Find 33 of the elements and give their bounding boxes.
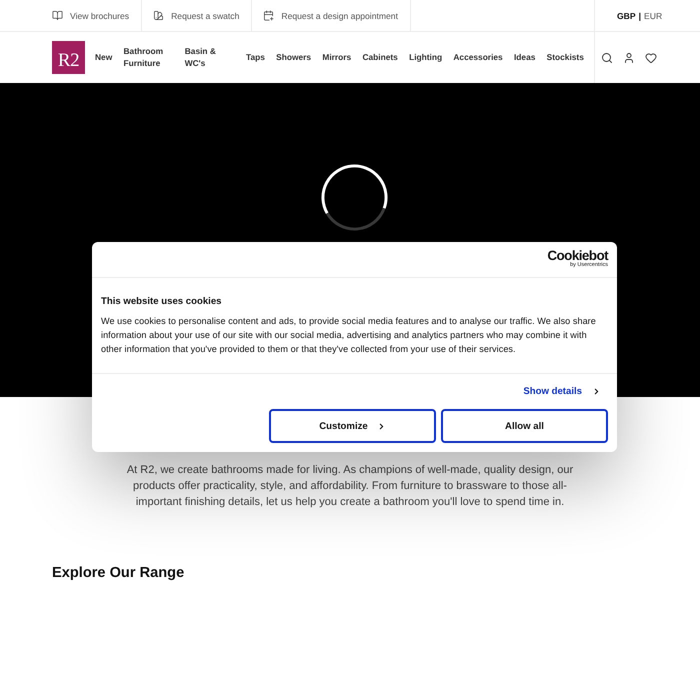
currency-option[interactable]: GBP xyxy=(617,10,636,20)
currency-option[interactable]: EUR xyxy=(644,10,662,20)
nav-link[interactable]: Showers xyxy=(276,52,312,64)
currency-separator: | xyxy=(638,10,642,20)
nav-link[interactable]: Accessories xyxy=(453,52,503,64)
calendar-plus-icon xyxy=(263,10,274,21)
nav-link[interactable]: Basin & WC's xyxy=(184,46,235,69)
brand-logo[interactable]: R2 xyxy=(52,41,85,74)
customize-button[interactable]: Customize xyxy=(269,409,436,443)
dialog-text: We use cookies to personalise content and ads, to provide social media features and to analyse our traffic. We also share information about your use of our site with our social media, advertising and analytics partners who may combine it with other information that you've provided to them or that they've collected from your use of their services. xyxy=(101,315,597,356)
nav-link[interactable]: Stockists xyxy=(546,52,584,64)
nav-link[interactable]: Taps xyxy=(246,52,265,64)
intro-text: At R2, we create bathrooms made for living. As champions of well-made, quality design, our products offer practicality, style, and affordability. From furniture to brassware to those all-important finishing details, let us help you create a bathroom you'll love to spend time in. xyxy=(126,463,574,510)
top-bar-link[interactable]: View brochures xyxy=(52,10,130,21)
search-icon[interactable] xyxy=(601,52,613,64)
top-bar-link[interactable]: Request a design appointment xyxy=(263,10,398,21)
nav-link[interactable]: Ideas xyxy=(514,52,536,64)
chevron-icon xyxy=(592,387,601,396)
show-details-link[interactable]: Show details xyxy=(523,386,601,397)
nav-link[interactable]: Cabinets xyxy=(362,52,398,64)
allow-all-button[interactable]: Allow all xyxy=(441,409,608,443)
user-icon[interactable] xyxy=(623,52,635,64)
top-bar-link[interactable]: Request a swatch xyxy=(153,10,240,21)
nav-link[interactable]: New xyxy=(95,52,112,64)
section-heading: Explore Our Range xyxy=(52,565,184,582)
nav-link[interactable]: Mirrors xyxy=(322,52,352,64)
nav-link[interactable]: Bathroom Furniture xyxy=(123,46,174,69)
dialog-title: This website uses cookies xyxy=(101,296,223,307)
cookiebot-logo-text: Cookiebot xyxy=(547,250,608,262)
book-icon xyxy=(52,10,63,21)
nav-link[interactable]: Lighting xyxy=(409,52,442,64)
swatch-book-icon xyxy=(153,10,164,21)
heart-icon[interactable] xyxy=(645,52,657,64)
